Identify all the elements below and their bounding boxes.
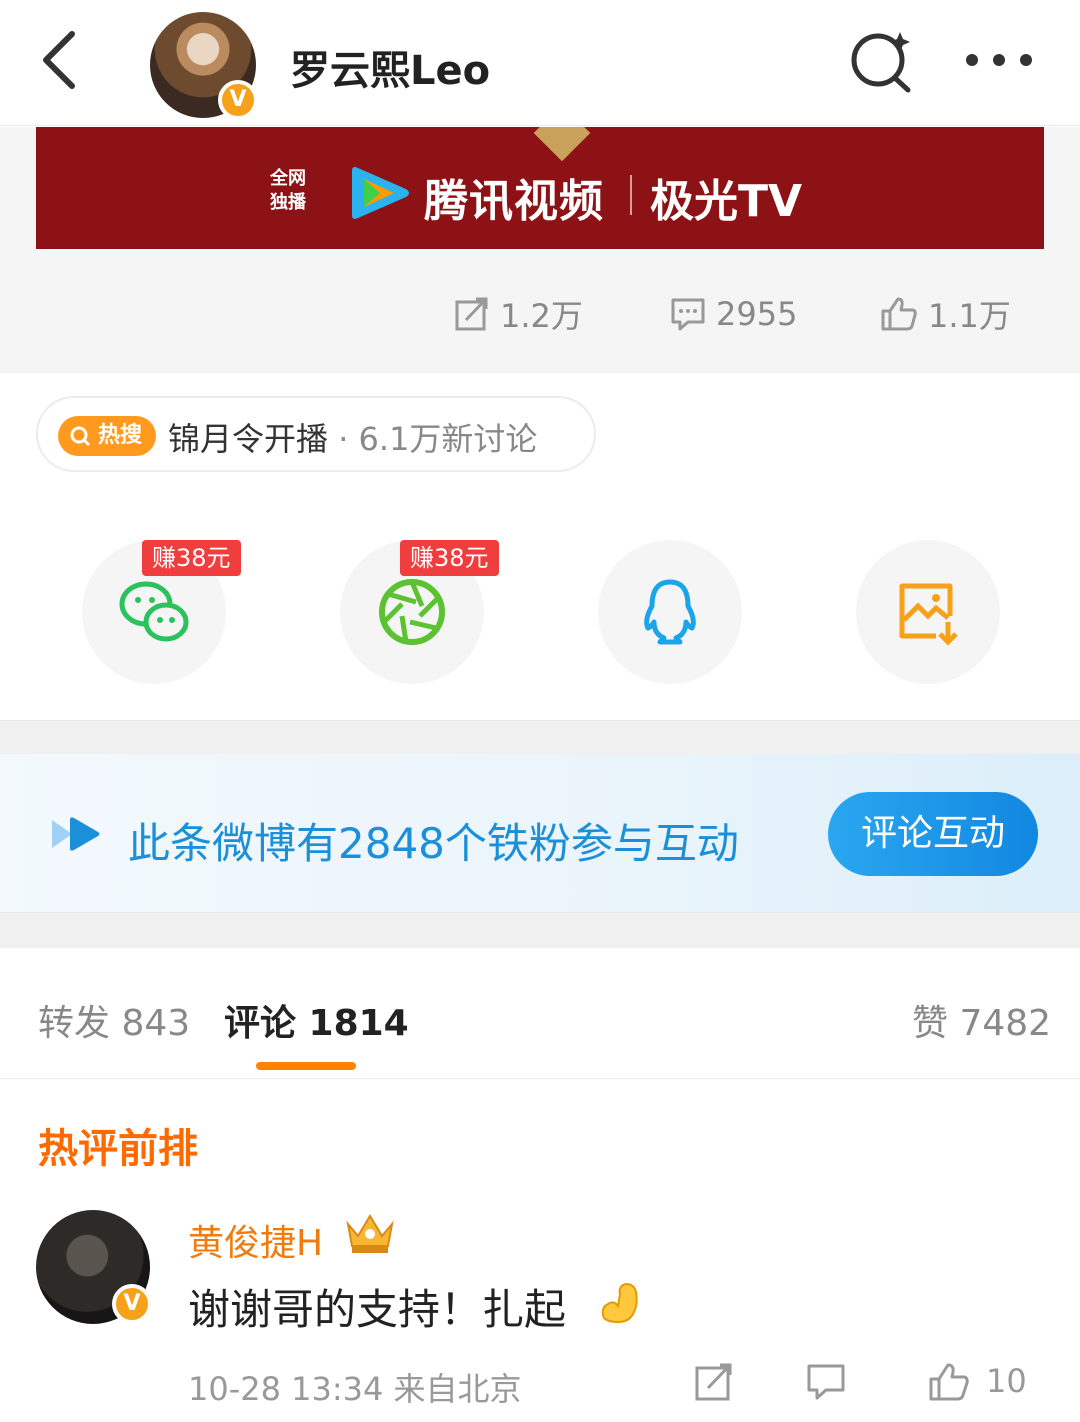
wechat-icon	[119, 581, 189, 642]
page-title[interactable]: 罗云熙Leo	[290, 38, 490, 96]
save-image-icon	[899, 583, 958, 646]
share-qq-button[interactable]	[598, 540, 742, 684]
save-image-button[interactable]	[856, 540, 1000, 684]
comment-interact-button[interactable]: 评论互动	[828, 792, 1038, 876]
comment-icon	[671, 298, 705, 331]
comment-repost-icon[interactable]	[694, 1362, 734, 1402]
comment-location: 来自北京	[393, 1370, 522, 1408]
comment-time: 10-28 13:34	[188, 1370, 384, 1408]
more-icon[interactable]	[964, 52, 1034, 68]
tab-repost[interactable]: 转发 843	[38, 994, 190, 1046]
like-count: 1.1万	[928, 297, 1011, 335]
fans-interaction-text: 此条微博有2848个铁粉参与互动	[128, 819, 739, 868]
hot-search-text: 锦月令开播 · 6.1万新讨论	[168, 414, 537, 460]
comment-like-count: 10	[986, 1362, 1027, 1400]
tencent-video-logo-icon	[352, 167, 409, 219]
banner-brand2: 极光TV	[650, 176, 803, 227]
like-icon	[881, 297, 917, 331]
hot-comments-title: 热评前排	[38, 1126, 198, 1172]
search-icon	[70, 426, 91, 447]
verified-badge-icon: V	[112, 1284, 152, 1324]
flexed-biceps-emoji-icon	[601, 1282, 638, 1324]
section-divider	[0, 720, 1080, 754]
commenter-name[interactable]: 黄俊捷H	[188, 1214, 323, 1266]
repost-icon	[455, 297, 488, 331]
hot-search-detail: · 6.1万新讨论	[328, 420, 538, 458]
comment-like-icon[interactable]	[928, 1362, 970, 1402]
fans-play-icon	[52, 817, 100, 851]
search-icon[interactable]	[848, 28, 914, 94]
banner-brand1: 腾讯视频	[424, 176, 604, 227]
fan-crown-icon	[346, 1214, 394, 1253]
active-tab-indicator	[256, 1062, 356, 1070]
like-button[interactable]: 1.1万	[880, 292, 1011, 336]
promo-banner[interactable]: 全网 独播 腾讯视频 极光TV	[36, 127, 1044, 249]
moments-reward-badge: 赚38元	[400, 540, 499, 576]
comment-button[interactable]: 2955	[670, 292, 797, 336]
hot-search-badge-label: 热搜	[98, 423, 143, 448]
comment-meta: 10-28 13:34 来自北京	[188, 1364, 522, 1410]
banner-divider	[630, 175, 632, 215]
repost-button[interactable]: 1.2万	[454, 292, 583, 336]
comment-text: 谢谢哥的支持！扎起	[188, 1285, 567, 1334]
comment-reply-icon[interactable]	[806, 1362, 846, 1402]
section-divider	[0, 912, 1080, 948]
banner-exclusive-label: 全网 独播	[270, 168, 306, 213]
hot-search-badge: 热搜	[58, 416, 156, 456]
tab-comment[interactable]: 评论 1814	[224, 994, 409, 1046]
tab-divider	[0, 1078, 1080, 1079]
wechat-reward-badge: 赚38元	[142, 540, 241, 576]
fans-interaction-bar[interactable]: 此条微博有2848个铁粉参与互动 评论互动	[0, 754, 1080, 912]
repost-count: 1.2万	[500, 297, 583, 335]
verified-badge-icon: V	[218, 80, 258, 120]
tab-like[interactable]: 赞 7482	[912, 994, 1051, 1046]
top-bar: V 罗云熙Leo	[0, 0, 1080, 126]
comment-count: 2955	[716, 295, 798, 333]
hot-search-pill[interactable]: 热搜 锦月令开播 · 6.1万新讨论	[36, 396, 596, 472]
back-arrow-icon[interactable]	[30, 28, 90, 92]
hot-search-topic: 锦月令开播	[168, 420, 329, 458]
banner-ornament	[533, 127, 591, 162]
qq-penguin-icon	[644, 579, 696, 645]
moments-shutter-icon	[379, 579, 445, 645]
